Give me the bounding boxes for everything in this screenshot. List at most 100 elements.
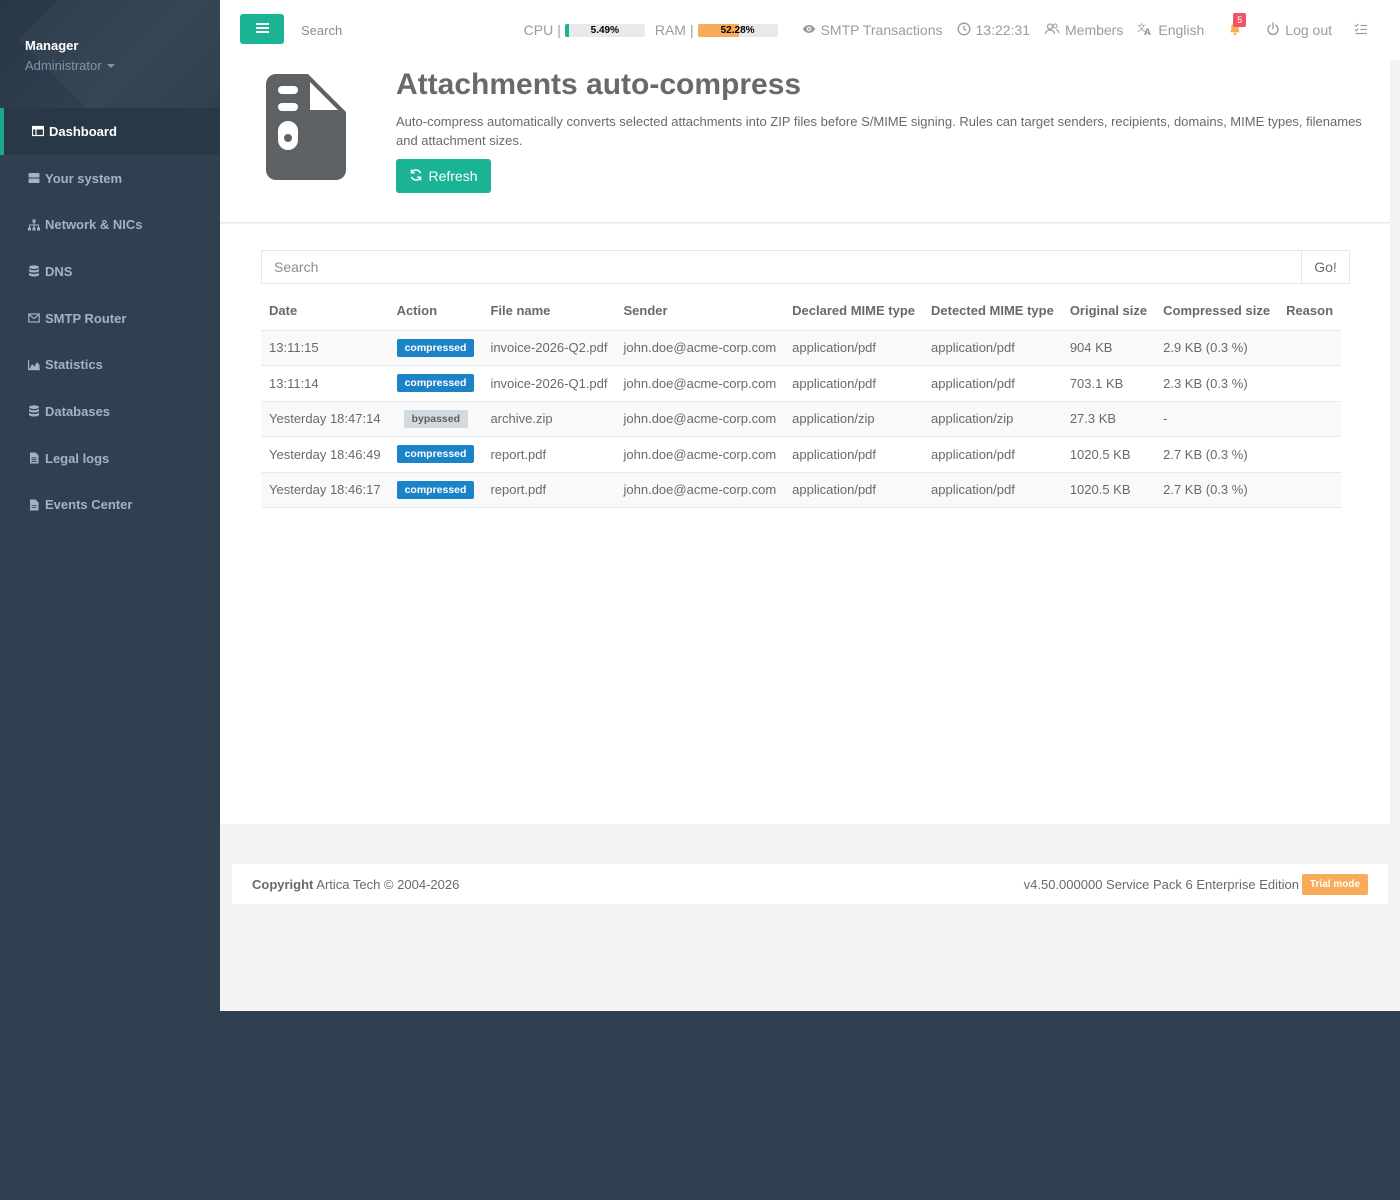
- sidebar-item-label: Legal logs: [45, 450, 110, 466]
- sidebar-item-smtp-router[interactable]: SMTP Router: [0, 295, 220, 342]
- menu-toggle-button[interactable]: [240, 14, 284, 44]
- table-header-row: Date Action File name Sender Declared MIME t…: [261, 292, 1342, 331]
- sidebar-item-label: Events Center: [45, 497, 133, 513]
- file-name-cell: report.pdf: [482, 436, 616, 473]
- sender-cell: john.doe@acme-corp.com: [615, 330, 785, 366]
- table-row[interactable]: 13:11:15 compressed invoice-2026-Q2.pdf joh…: [261, 330, 1342, 366]
- reason-cell: [1278, 330, 1342, 366]
- declared-mime-cell: application/pdf: [784, 472, 923, 508]
- table-search-group: Go!: [261, 250, 1350, 284]
- tasks-link[interactable]: [1354, 22, 1368, 39]
- column-header[interactable]: Original size: [1061, 292, 1156, 331]
- language-link[interactable]: 文A English: [1137, 22, 1204, 39]
- tasks-icon: [1354, 22, 1368, 39]
- date-cell: Yesterday 18:46:17: [261, 472, 389, 508]
- content-panel: Go! DateActionFile nameSenderDeclared MI…: [220, 224, 1390, 824]
- date-cell: Yesterday 18:47:14: [261, 401, 389, 437]
- declared-mime-cell: application/pdf: [784, 436, 923, 473]
- file-archive-icon: [266, 74, 346, 183]
- area-chart-icon: [27, 358, 40, 371]
- sidebar: Manager Administrator Dashboard Your sys…: [0, 0, 220, 1200]
- sidebar-item-label: Statistics: [45, 357, 103, 373]
- table-row[interactable]: Yesterday 18:47:14 bypassed archive.zip joh…: [261, 401, 1342, 437]
- column-header[interactable]: Action: [388, 292, 483, 331]
- sidebar-item-network[interactable]: Network & NICs: [0, 201, 220, 248]
- power-icon: [1266, 21, 1280, 39]
- reason-cell: [1278, 401, 1342, 437]
- action-cell: compressed: [388, 330, 483, 366]
- sidebar-item-statistics[interactable]: Statistics: [0, 341, 220, 388]
- file-icon: [27, 498, 40, 511]
- refresh-button[interactable]: Refresh: [396, 159, 491, 193]
- sidebar-item-dashboard[interactable]: Dashboard: [0, 108, 220, 155]
- sidebar-item-your-system[interactable]: Your system: [0, 155, 220, 202]
- ram-progress-bar: 52.28%: [697, 23, 778, 37]
- declared-mime-cell: application/zip: [784, 401, 923, 437]
- cpu-label: CPU: [523, 22, 554, 38]
- status-badge: bypassed: [403, 409, 469, 428]
- sidebar-item-databases[interactable]: Databases: [0, 388, 220, 435]
- page-title: Attachments auto-compress: [396, 68, 802, 101]
- notifications-link[interactable]: 5: [1228, 12, 1247, 39]
- server-icon: [27, 172, 40, 185]
- members-link[interactable]: Members: [1044, 22, 1123, 39]
- column-header[interactable]: Reason: [1278, 292, 1342, 331]
- column-header[interactable]: Declared MIME type: [784, 292, 923, 331]
- version-info: v4.50.000000 Service Pack 6 Enterprise E…: [1024, 873, 1368, 895]
- language-label: English: [1158, 22, 1205, 38]
- detected-mime-cell: application/pdf: [923, 436, 1062, 473]
- cpu-progress-bar: 5.49%: [564, 23, 645, 37]
- sidebar-item-legal-logs[interactable]: Legal logs: [0, 435, 220, 482]
- logout-link[interactable]: Log out: [1266, 21, 1332, 39]
- file-name-cell: invoice-2026-Q2.pdf: [482, 330, 616, 366]
- column-header[interactable]: File name: [482, 292, 616, 331]
- column-header[interactable]: Sender: [615, 292, 785, 331]
- compressed-size-cell: 2.3 KB (0.3 %): [1155, 365, 1279, 402]
- sidebar-item-label: SMTP Router: [45, 310, 127, 326]
- caret-down-icon: [106, 63, 115, 68]
- sidebar-nav: Dashboard Your system Network & NICs DNS…: [0, 108, 220, 528]
- copyright-label: Copyright: [252, 876, 314, 892]
- sitemap-icon: [27, 218, 40, 231]
- go-button[interactable]: Go!: [1301, 250, 1350, 284]
- action-cell: compressed: [388, 365, 483, 402]
- notification-count-badge: 5: [1233, 12, 1247, 27]
- clock-link[interactable]: 13:22:31: [957, 22, 1030, 39]
- database-icon: [27, 265, 40, 278]
- column-header[interactable]: Detected MIME type: [923, 292, 1062, 331]
- sidebar-item-events-center[interactable]: Events Center: [0, 482, 220, 529]
- original-size-cell: 904 KB: [1061, 330, 1156, 366]
- column-header[interactable]: Date: [261, 292, 389, 331]
- compressed-size-cell: 2.9 KB (0.3 %): [1155, 330, 1279, 366]
- user-name: Manager: [25, 38, 79, 53]
- file-name-cell: report.pdf: [482, 472, 616, 508]
- action-cell: bypassed: [388, 401, 483, 437]
- table-row[interactable]: Yesterday 18:46:17 compressed report.pdf jo…: [261, 472, 1342, 508]
- refresh-label: Refresh: [428, 168, 478, 184]
- copyright: Copyright Artica Tech © 2004-2026: [252, 877, 459, 892]
- file-name-cell: archive.zip: [482, 401, 616, 437]
- status-badge: compressed: [396, 374, 475, 393]
- file-name-cell: invoice-2026-Q1.pdf: [482, 365, 616, 402]
- copyright-text: Artica Tech © 2004-2026: [316, 876, 460, 892]
- logout-label: Log out: [1285, 22, 1332, 38]
- table-body: 13:11:15 compressed invoice-2026-Q2.pdf joh…: [261, 330, 1342, 508]
- page-header: Attachments auto-compress Auto-compress …: [220, 60, 1390, 223]
- table-row[interactable]: Yesterday 18:46:49 compressed report.pdf jo…: [261, 436, 1342, 473]
- column-header[interactable]: Compressed size: [1155, 292, 1279, 331]
- file-text-icon: [27, 452, 40, 465]
- detected-mime-cell: application/zip: [923, 401, 1062, 437]
- action-cell: compressed: [388, 472, 483, 508]
- table-row[interactable]: 13:11:14 compressed invoice-2026-Q1.pdf joh…: [261, 365, 1342, 402]
- original-size-cell: 27.3 KB: [1061, 401, 1156, 437]
- table-search-input[interactable]: [261, 250, 1301, 284]
- status-badge: compressed: [396, 445, 475, 464]
- smtp-transactions-link[interactable]: SMTP Transactions: [802, 22, 943, 39]
- user-role-dropdown[interactable]: Administrator: [25, 58, 220, 73]
- refresh-icon: [409, 168, 423, 185]
- sidebar-item-dns[interactable]: DNS: [0, 248, 220, 295]
- status-badge: compressed: [396, 480, 475, 499]
- top-search-input[interactable]: [292, 18, 472, 42]
- language-icon: 文A: [1137, 22, 1153, 39]
- declared-mime-cell: application/pdf: [784, 330, 923, 366]
